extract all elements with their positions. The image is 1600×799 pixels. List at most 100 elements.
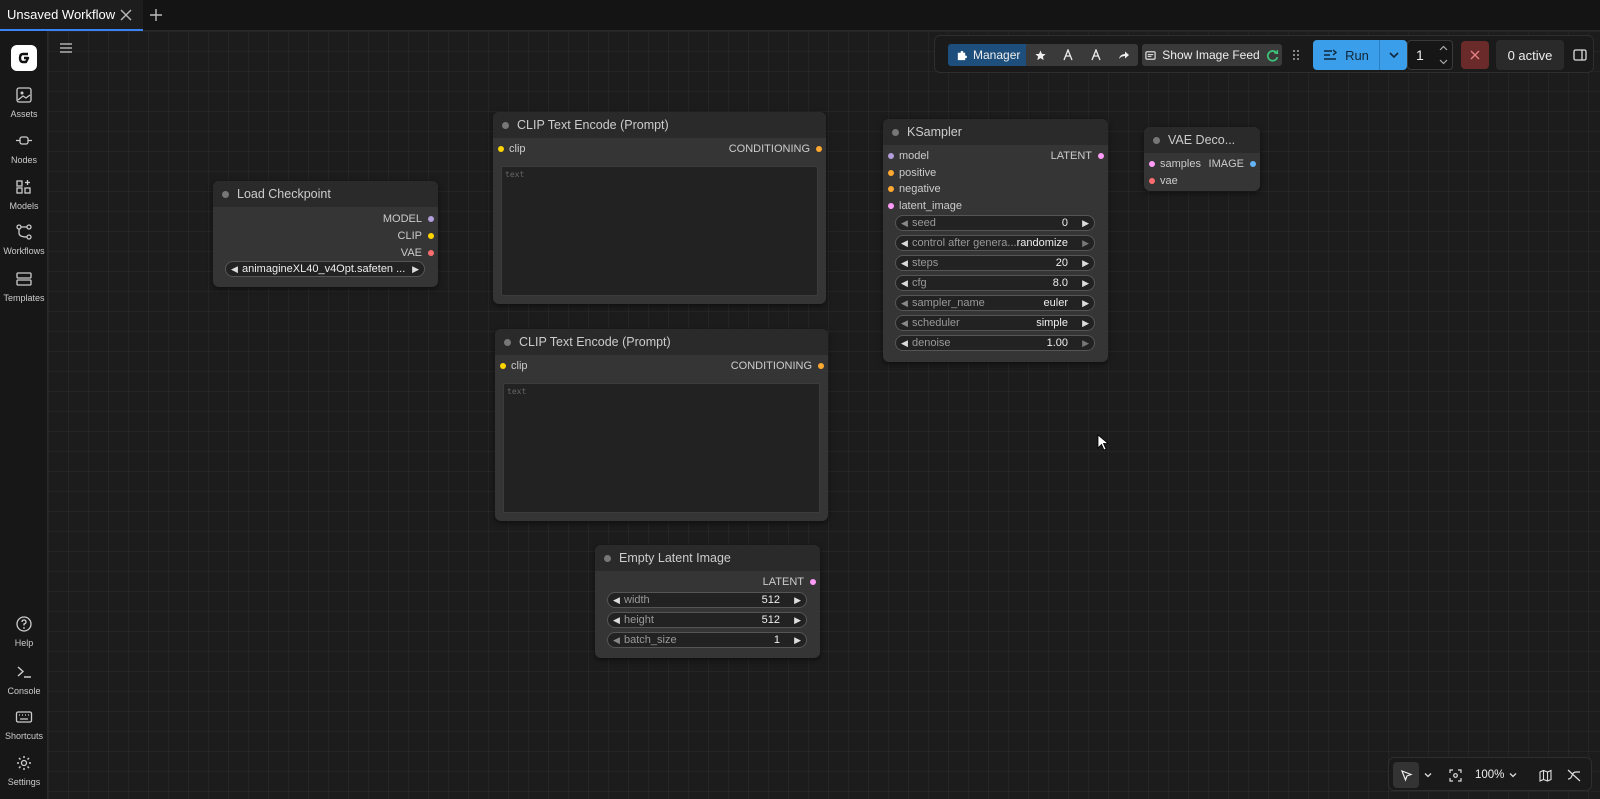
node-title[interactable]: CLIP Text Encode (Prompt) (495, 329, 828, 355)
arrow-right-icon[interactable]: ▶ (1082, 298, 1089, 309)
node-clip-text-encode-1[interactable]: CLIP Text Encode (Prompt) clip CONDITION… (493, 112, 826, 304)
node-title[interactable]: Empty Latent Image (595, 545, 820, 571)
output-latent-slot[interactable] (1098, 153, 1104, 159)
arrow-right-icon[interactable]: ▶ (1082, 278, 1089, 289)
arrow-right-icon[interactable]: ▶ (1082, 338, 1089, 349)
arrow-left-icon[interactable]: ◀ (231, 264, 238, 275)
node-title[interactable]: Load Checkpoint (213, 181, 438, 207)
arrow-right-icon[interactable]: ▶ (412, 264, 419, 275)
gpu-button-2[interactable] (1082, 44, 1110, 66)
sampler-name-widget[interactable]: ◀ sampler_name euler ▶ (895, 295, 1095, 311)
output-model-slot[interactable] (428, 216, 434, 222)
sidebar-item-console[interactable]: Console (0, 663, 48, 707)
node-vae-decode[interactable]: VAE Deco... samples IMAGE vae (1144, 127, 1260, 191)
denoise-widget[interactable]: ◀ denoise 1.00 ▶ (895, 335, 1095, 351)
prompt-text-area[interactable]: text (501, 166, 818, 296)
arrow-right-icon[interactable]: ▶ (1082, 238, 1089, 249)
arrow-left-icon[interactable]: ◀ (901, 278, 908, 289)
arrow-right-icon[interactable]: ▶ (1082, 318, 1089, 329)
node-title[interactable]: VAE Deco... (1144, 127, 1260, 153)
steps-widget[interactable]: ◀ steps 20 ▶ (895, 255, 1095, 271)
output-vae-slot[interactable] (428, 250, 434, 256)
sidebar-item-help[interactable]: Help (0, 615, 48, 659)
node-title[interactable]: CLIP Text Encode (Prompt) (493, 112, 826, 138)
control-after-generate-widget[interactable]: ◀ control after genera... randomize ▶ (895, 235, 1095, 251)
node-ksampler[interactable]: KSampler model LATENT positive negative … (883, 119, 1108, 362)
arrow-left-icon[interactable]: ◀ (901, 238, 908, 249)
close-icon[interactable] (118, 7, 134, 23)
interrupt-button[interactable] (1461, 41, 1489, 69)
sidebar-item-workflows[interactable]: Workflows (0, 223, 48, 267)
output-image-slot[interactable] (1250, 161, 1256, 167)
arrow-right-icon[interactable]: ▶ (1082, 218, 1089, 229)
node-empty-latent-image[interactable]: Empty Latent Image LATENT ◀ width 512 ▶ ◀ he… (595, 545, 820, 658)
collapse-dot[interactable] (604, 555, 611, 562)
arrow-right-icon[interactable]: ▶ (794, 595, 801, 606)
seed-widget[interactable]: ◀ seed 0 ▶ (895, 215, 1095, 231)
width-widget[interactable]: ◀ width 512 ▶ (607, 592, 807, 608)
input-latent-image-slot[interactable] (888, 203, 894, 209)
ckpt-name-combo[interactable]: ◀ animagineXL40_v4Opt.safeten ... ▶ (225, 261, 425, 277)
stepper-icon[interactable] (1439, 44, 1448, 66)
toggle-panel-button[interactable] (1569, 40, 1591, 70)
input-vae-slot[interactable] (1149, 178, 1155, 184)
arrow-left-icon[interactable]: ◀ (901, 258, 908, 269)
input-positive-slot[interactable] (888, 170, 894, 176)
arrow-left-icon[interactable]: ◀ (901, 318, 908, 329)
node-clip-text-encode-2[interactable]: CLIP Text Encode (Prompt) clip CONDITION… (495, 329, 828, 521)
run-options-dropdown[interactable] (1379, 40, 1407, 70)
arrow-left-icon[interactable]: ◀ (901, 338, 908, 349)
show-image-feed-button[interactable]: Show Image Feed (1142, 44, 1282, 66)
active-queue-button[interactable]: 0 active (1496, 40, 1564, 70)
height-widget[interactable]: ◀ height 512 ▶ (607, 612, 807, 628)
fit-view-button[interactable] (1449, 766, 1462, 784)
node-title[interactable]: KSampler (883, 119, 1108, 145)
arrow-right-icon[interactable]: ▶ (794, 615, 801, 626)
arrow-left-icon[interactable]: ◀ (613, 595, 620, 606)
zoom-dropdown[interactable]: 100% (1475, 766, 1518, 784)
arrow-left-icon[interactable]: ◀ (613, 635, 620, 646)
drag-handle[interactable] (1289, 44, 1303, 66)
cfg-widget[interactable]: ◀ cfg 8.0 ▶ (895, 275, 1095, 291)
node-load-checkpoint[interactable]: Load Checkpoint MODEL CLIP VAE ◀ animagi… (213, 181, 438, 287)
manager-button[interactable]: Manager (948, 44, 1026, 66)
share-button[interactable] (1110, 44, 1138, 66)
hamburger-menu-icon[interactable] (58, 40, 74, 56)
arrow-left-icon[interactable]: ◀ (901, 298, 908, 309)
mode-dropdown[interactable] (1423, 766, 1433, 784)
sidebar-item-shortcuts[interactable]: Shortcuts (0, 708, 48, 752)
sidebar-item-models[interactable]: Models (0, 178, 48, 222)
output-conditioning-slot[interactable] (816, 146, 822, 152)
batch-size-widget[interactable]: ◀ batch_size 1 ▶ (607, 632, 807, 648)
run-button[interactable]: Run (1313, 40, 1379, 70)
gpu-button-1[interactable] (1054, 44, 1082, 66)
prompt-text-area[interactable]: text (503, 383, 820, 513)
collapse-dot[interactable] (1153, 137, 1160, 144)
arrow-right-icon[interactable]: ▶ (1082, 258, 1089, 269)
select-mode-button[interactable] (1393, 762, 1419, 788)
collapse-dot[interactable] (502, 122, 509, 129)
star-button[interactable] (1026, 44, 1054, 66)
arrow-left-icon[interactable]: ◀ (901, 218, 908, 229)
plus-icon[interactable] (148, 7, 164, 23)
arrow-right-icon[interactable]: ▶ (794, 635, 801, 646)
sidebar-item-settings[interactable]: Settings (0, 754, 48, 798)
sidebar-item-nodes[interactable]: Nodes (0, 132, 48, 176)
input-clip-slot[interactable] (498, 146, 504, 152)
input-model-slot[interactable] (888, 153, 894, 159)
output-conditioning-slot[interactable] (818, 363, 824, 369)
sidebar-item-assets[interactable]: Assets (0, 86, 48, 130)
output-clip-slot[interactable] (428, 233, 434, 239)
tab-unsaved-workflow[interactable]: Unsaved Workflow (0, 0, 143, 31)
output-latent-slot[interactable] (810, 579, 816, 585)
collapse-dot[interactable] (892, 129, 899, 136)
collapse-dot[interactable] (222, 191, 229, 198)
minimap-button[interactable] (1539, 766, 1552, 784)
comfy-logo[interactable] (11, 45, 37, 71)
scheduler-widget[interactable]: ◀ scheduler simple ▶ (895, 315, 1095, 331)
toggle-links-button[interactable] (1567, 766, 1581, 784)
sidebar-item-templates[interactable]: Templates (0, 270, 48, 314)
input-clip-slot[interactable] (500, 363, 506, 369)
queue-count-input[interactable]: 1 (1407, 40, 1453, 70)
collapse-dot[interactable] (504, 339, 511, 346)
